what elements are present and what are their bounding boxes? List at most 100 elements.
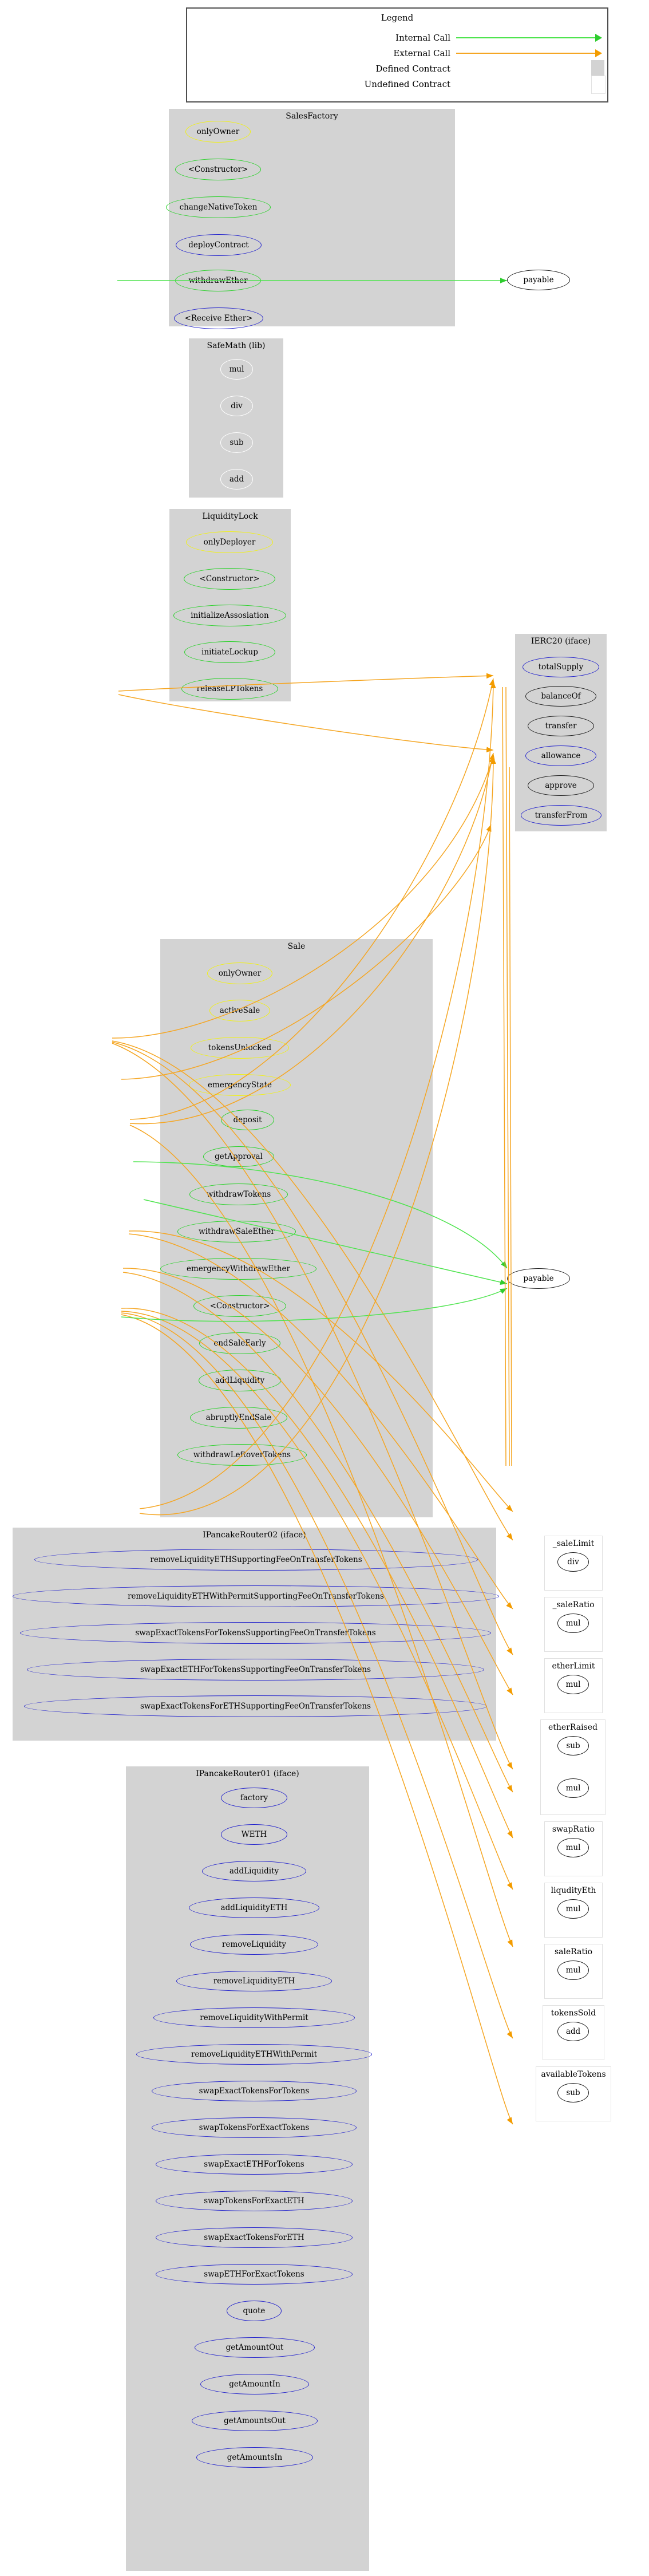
cluster-title-etherraised: etherRaised [548, 1723, 598, 1732]
node-mul-etherraised[interactable]: mul [557, 1778, 589, 1798]
node-allowance[interactable]: allowance [525, 745, 596, 766]
node-constructor-liquiditylock[interactable]: <Constructor> [184, 568, 275, 590]
cluster-title-availabletokens: availableTokens [541, 2070, 606, 2079]
node-div-salelimit[interactable]: div [557, 1552, 589, 1572]
node-addliquidityeth[interactable]: addLiquidityETH [189, 1898, 319, 1918]
node-withdrawether[interactable]: withdrawEther [175, 270, 261, 291]
legend-row-defined-contract: Defined Contract [187, 60, 607, 77]
node-endsaleearly[interactable]: endSaleEarly [199, 1332, 280, 1354]
node-removeliquidityeth[interactable]: removeLiquidityETH [176, 1971, 332, 1991]
node-constructor-salesfactory[interactable]: <Constructor> [175, 159, 261, 180]
node-swapexactethfortokenssupportingfeeontransfertokens[interactable]: swapExactETHForTokensSupportingFeeOnTran… [27, 1659, 484, 1680]
node-payable-middle[interactable]: payable [507, 1268, 570, 1289]
node-balanceof[interactable]: balanceOf [525, 686, 596, 707]
legend-box: Legend Internal Call External Call Defin… [186, 7, 608, 102]
node-receive-ether-salesfactory[interactable]: <Receive Ether> [174, 307, 263, 329]
node-add-safemath[interactable]: add [220, 469, 253, 490]
cluster-title-ierc20: IERC20 (iface) [531, 637, 591, 646]
node-getamountout[interactable]: getAmountOut [195, 2337, 315, 2358]
node-deploycontract[interactable]: deployContract [176, 234, 262, 256]
node-onlyowner-sale[interactable]: onlyOwner [207, 962, 272, 984]
node-emergencywithdrawether[interactable]: emergencyWithdrawEther [160, 1258, 316, 1280]
undefined-contract-swatch-icon [591, 76, 606, 94]
node-quote[interactable]: quote [227, 2301, 282, 2321]
node-withdrawleftovertokens[interactable]: withdrawLeftoverTokens [177, 1444, 307, 1466]
cluster-title-safemath: SafeMath (lib) [207, 341, 266, 350]
node-removeliquidityethwithpermit[interactable]: removeLiquidityETHWithPermit [136, 2044, 372, 2065]
cluster-title-saleratio: saleRatio [554, 1947, 593, 1956]
cluster-title-salesfactory: SalesFactory [286, 112, 338, 121]
node-sub-etherraised[interactable]: sub [557, 1736, 589, 1756]
cluster-title-sale: Sale [287, 942, 306, 951]
node-sub-availabletokens[interactable]: sub [557, 2083, 589, 2102]
cluster-title-tokenssold: tokensSold [551, 2009, 596, 2018]
node-removeliquidityethwithpermitsupportingfeeontransfertokens[interactable]: removeLiquidityETHWithPermitSupportingFe… [13, 1585, 499, 1607]
node-getapproval[interactable]: getApproval [203, 1146, 274, 1167]
legend-row-undefined-contract: Undefined Contract [187, 76, 607, 94]
node-factory[interactable]: factory [221, 1788, 287, 1808]
node-mul-saleratio-underscore[interactable]: mul [557, 1614, 589, 1633]
node-addliquidity-router01[interactable]: addLiquidity [202, 1861, 306, 1881]
legend-label-external-call: External Call [393, 48, 450, 58]
node-addliquidity-sale[interactable]: addLiquidity [199, 1370, 281, 1391]
node-mul-etherlimit[interactable]: mul [557, 1675, 589, 1694]
node-swapexacttokensforethsupportingfeeontransfertokens[interactable]: swapExactTokensForETHSupportingFeeOnTran… [24, 1695, 487, 1717]
node-withdrawsaleether[interactable]: withdrawSaleEther [177, 1221, 296, 1242]
legend-row-internal-call: Internal Call [187, 31, 607, 44]
defined-contract-swatch-icon [591, 60, 604, 77]
node-mul-liqudityeth[interactable]: mul [557, 1899, 589, 1919]
node-mul-swapratio[interactable]: mul [557, 1838, 589, 1857]
node-changenativetoken[interactable]: changeNativeToken [166, 196, 271, 218]
node-activesale[interactable]: activeSale [209, 1000, 270, 1021]
node-transfer[interactable]: transfer [528, 716, 594, 736]
node-removeliquidityethsupportingfeeontransfertokens[interactable]: removeLiquidityETHSupportingFeeOnTransfe… [34, 1549, 478, 1571]
node-tokensunlocked[interactable]: tokensUnlocked [191, 1037, 289, 1059]
cluster-title-liquiditylock: LiquidityLock [202, 512, 258, 521]
node-releaselptokens[interactable]: releaseLPTokens [181, 678, 278, 700]
node-swapexacttokensforeth[interactable]: swapExactTokensForETH [156, 2227, 353, 2248]
node-removeliquidity[interactable]: removeLiquidity [190, 1934, 318, 1955]
node-onlyowner-salesfactory[interactable]: onlyOwner [185, 121, 251, 143]
node-approve[interactable]: approve [528, 775, 594, 796]
node-getamountsout[interactable]: getAmountsOut [192, 2411, 318, 2431]
cluster-etherraised: etherRaised [540, 1719, 606, 1815]
node-emergencystate[interactable]: emergencyState [189, 1074, 291, 1096]
node-removeliquiditywithpermit[interactable]: removeLiquidityWithPermit [153, 2007, 355, 2028]
cluster-title-etherlimit: etherLimit [552, 1662, 595, 1671]
node-abruptlyendsale[interactable]: abruptlyEndSale [190, 1407, 287, 1429]
internal-call-line-icon [456, 37, 596, 38]
node-swapexactethfortokens[interactable]: swapExactETHForTokens [156, 2154, 353, 2175]
node-withdrawtokens[interactable]: withdrawTokens [189, 1184, 288, 1205]
node-div-safemath[interactable]: div [220, 396, 253, 416]
legend-row-external-call: External Call [187, 47, 607, 60]
node-swapethforexacttokens[interactable]: swapETHForExactTokens [156, 2264, 353, 2285]
node-initiatelockup[interactable]: initiateLockup [184, 641, 275, 663]
node-sub-safemath[interactable]: sub [220, 432, 253, 453]
node-swapexacttokensfortokenssupportingfeeontransfertokens[interactable]: swapExactTokensForTokensSupportingFeeOnT… [20, 1622, 491, 1644]
node-swaptokensforexacteth[interactable]: swapTokensForExactETH [156, 2191, 353, 2211]
node-add-tokenssold[interactable]: add [557, 2022, 589, 2041]
node-swapexacttokensfortokens[interactable]: swapExactTokensForTokens [152, 2081, 357, 2101]
internal-call-arrow-icon [595, 34, 602, 42]
node-onlydeployer[interactable]: onlyDeployer [186, 531, 273, 553]
node-mul-safemath[interactable]: mul [220, 359, 253, 380]
node-weth[interactable]: WETH [221, 1824, 287, 1845]
node-payable-top[interactable]: payable [507, 270, 570, 290]
external-call-arrow-icon [595, 49, 602, 57]
legend-label-internal-call: Internal Call [395, 33, 450, 43]
node-mul-saleratio[interactable]: mul [557, 1960, 589, 1980]
node-swaptokensforexacttokens[interactable]: swapTokensForExactTokens [152, 2117, 357, 2138]
node-totalsupply[interactable]: totalSupply [523, 657, 599, 677]
cluster-title-pancakerouter01: IPancakeRouter01 (iface) [196, 1769, 299, 1778]
legend-title: Legend [381, 13, 414, 23]
node-transferfrom[interactable]: transferFrom [521, 805, 601, 826]
cluster-title-salelimit: _saleLimit [552, 1539, 595, 1548]
node-initializeassosiation[interactable]: initializeAssosiation [173, 605, 286, 626]
external-call-line-icon [456, 53, 596, 54]
cluster-title-liqudityeth: liqudityEth [551, 1886, 596, 1895]
node-getamountsin[interactable]: getAmountsIn [196, 2447, 313, 2468]
node-deposit[interactable]: deposit [221, 1110, 274, 1130]
node-getamountin[interactable]: getAmountIn [200, 2374, 309, 2394]
cluster-title-swapratio: swapRatio [552, 1825, 595, 1834]
node-constructor-sale[interactable]: <Constructor> [193, 1295, 286, 1317]
